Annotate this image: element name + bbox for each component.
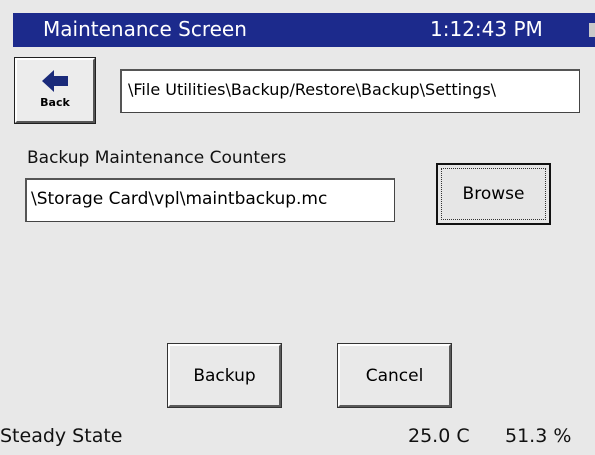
cancel-button[interactable]: Cancel xyxy=(337,343,452,408)
titlebar-edge-icon xyxy=(589,23,595,37)
window-title: Maintenance Screen xyxy=(43,17,247,41)
status-state: Steady State xyxy=(0,425,123,447)
browse-button[interactable]: Browse xyxy=(436,163,551,225)
backup-button[interactable]: Backup xyxy=(167,343,282,408)
browse-button-label: Browse xyxy=(441,168,546,220)
backup-file-field[interactable]: \Storage Card\vpl\maintbackup.mc xyxy=(25,178,395,222)
back-arrow-icon xyxy=(42,70,68,92)
path-display: \File Utilities\Backup/Restore\Backup\Se… xyxy=(120,69,580,113)
backup-section-label: Backup Maintenance Counters xyxy=(27,148,287,168)
status-humidity: 51.3 % xyxy=(505,425,572,447)
status-temperature: 25.0 C xyxy=(408,425,470,447)
title-bar: Maintenance Screen 1:12:43 PM xyxy=(13,13,595,47)
back-button-label: Back xyxy=(40,96,70,109)
clock: 1:12:43 PM xyxy=(430,17,543,41)
back-button[interactable]: Back xyxy=(14,57,96,124)
